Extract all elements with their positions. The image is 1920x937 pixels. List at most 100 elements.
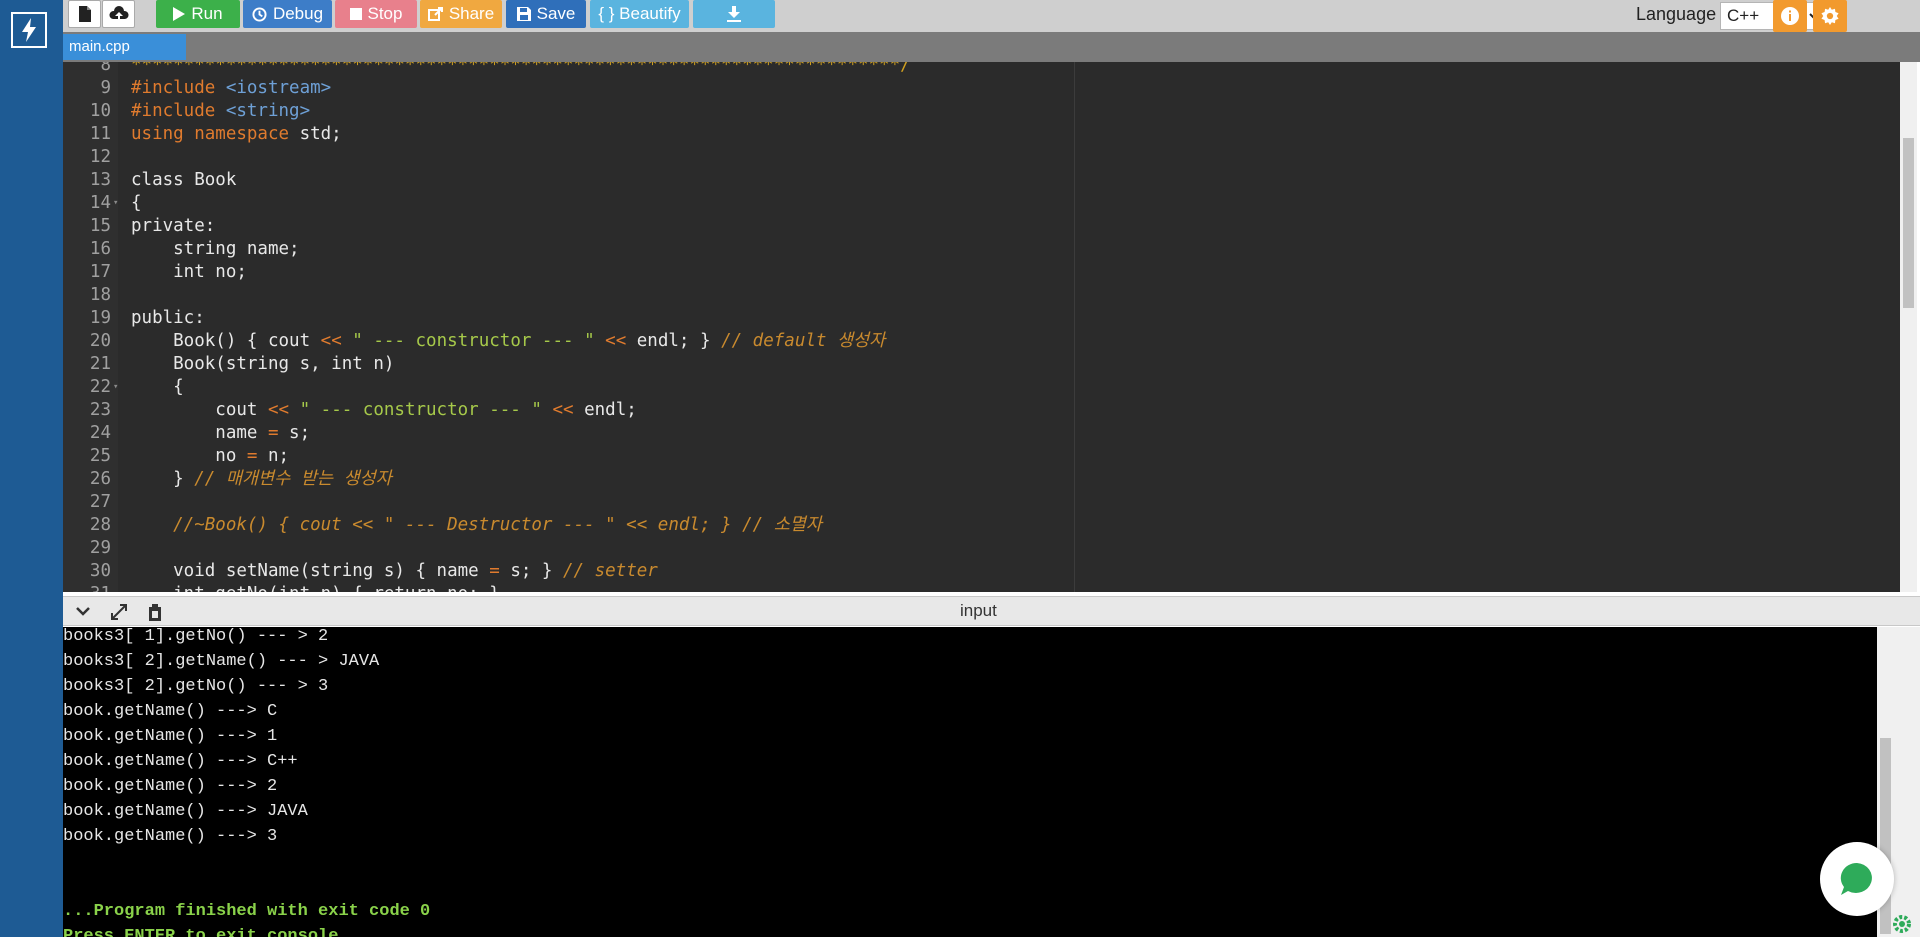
- code-token: //~Book() { cout << " --- Destructor ---…: [131, 515, 822, 535]
- file-tab-bar: main.cpp: [63, 32, 1920, 62]
- stop-label: Stop: [367, 4, 403, 23]
- code-token: #include: [131, 101, 226, 121]
- line-number: 17: [89, 262, 111, 282]
- code-token: int no;: [131, 262, 247, 282]
- code-text: } // 매개변수 받는 생성자: [131, 468, 392, 491]
- code-token: " --- constructor --- ": [352, 331, 595, 351]
- line-number: 29: [89, 538, 111, 558]
- code-token: =: [489, 561, 500, 581]
- console-output[interactable]: books3[ 1].getNo() --- > 2 books3[ 2].get…: [63, 627, 1877, 937]
- save-disk-icon: [516, 7, 531, 21]
- line-number: 16: [89, 239, 111, 259]
- console-line: books3[ 2].getNo() --- > 3: [63, 677, 329, 696]
- tab-main-cpp[interactable]: main.cpp: [63, 34, 186, 60]
- line-number: 24: [89, 423, 111, 443]
- collapse-chevron-icon[interactable]: [75, 605, 91, 617]
- language-label: Language: [1636, 4, 1717, 24]
- code-token: Book(string s, int n): [131, 354, 395, 374]
- line-number: 20: [89, 331, 111, 351]
- code-token: <<: [267, 400, 290, 420]
- console-line: books3[ 1].getNo() --- > 2: [63, 627, 329, 646]
- code-token: class Book: [131, 170, 237, 190]
- line-number: 21: [89, 354, 111, 374]
- line-number: 11: [89, 124, 111, 144]
- code-token: std;: [299, 124, 342, 144]
- code-token: ****************************************…: [131, 62, 911, 75]
- line-number: 10: [89, 101, 111, 121]
- console-line: books3[ 2].getName() --- > JAVA: [63, 652, 380, 671]
- input-label: input: [960, 601, 997, 620]
- console-line: book.getName() ---> C: [63, 702, 278, 721]
- console-line: book.getName() ---> C++: [63, 752, 298, 771]
- console-line: Press ENTER to exit console.: [63, 927, 349, 937]
- right-strip: [1894, 627, 1920, 937]
- run-button[interactable]: Run: [156, 0, 240, 28]
- line-number: 25: [89, 446, 111, 466]
- share-button[interactable]: Share: [420, 0, 502, 28]
- expand-icon[interactable]: [110, 603, 128, 621]
- code-token: s; }: [499, 561, 563, 581]
- copy-clipboard-icon[interactable]: [147, 603, 163, 621]
- lightning-logo-icon[interactable]: [11, 12, 47, 48]
- line-number: 30: [89, 561, 111, 581]
- code-text: //~Book() { cout << " --- Destructor ---…: [131, 514, 822, 537]
- line-number: 8: [100, 62, 111, 75]
- console-line: book.getName() ---> 3: [63, 827, 278, 846]
- info-button[interactable]: [1773, 0, 1807, 32]
- fold-arrow-icon[interactable]: ▾: [113, 376, 118, 399]
- code-token: using namespace: [131, 124, 300, 144]
- small-gear-icon[interactable]: [1892, 914, 1912, 934]
- code-token: {: [131, 193, 142, 213]
- fold-arrow-icon[interactable]: ▾: [113, 192, 118, 215]
- debug-clock-icon: [252, 6, 267, 22]
- code-token: cout: [131, 400, 268, 420]
- code-editor[interactable]: 8 ***************************************…: [63, 62, 1917, 592]
- line-number: 31: [63, 583, 111, 592]
- save-button[interactable]: Save: [506, 0, 586, 28]
- code-text: ****************************************…: [131, 62, 911, 77]
- code-text: {: [131, 192, 142, 215]
- code-token: Book() { cout: [131, 331, 321, 351]
- gear-icon: [1821, 7, 1839, 25]
- left-rail: [0, 0, 63, 937]
- console-line: book.getName() ---> 2: [63, 777, 278, 796]
- chat-support-button[interactable]: [1820, 842, 1894, 916]
- new-file-button[interactable]: [68, 0, 101, 28]
- code-token: s;: [278, 423, 311, 443]
- editor-scrollbar[interactable]: [1900, 62, 1917, 592]
- debug-button[interactable]: Debug: [243, 0, 332, 28]
- console-line: book.getName() ---> 1: [63, 727, 278, 746]
- beautify-button[interactable]: { } Beautify: [590, 0, 689, 28]
- code-token: n;: [257, 446, 290, 466]
- upload-cloud-icon: [108, 6, 129, 21]
- line-number: 27: [89, 492, 111, 512]
- info-icon: [1781, 7, 1799, 25]
- code-text: name = s;: [131, 422, 310, 445]
- code-text: Book(string s, int n): [131, 353, 394, 376]
- chat-bubble-icon: [1840, 862, 1872, 895]
- code-token: no: [131, 446, 247, 466]
- code-token: // setter: [563, 561, 658, 581]
- code-token: =: [267, 423, 279, 443]
- code-token: <iostream>: [225, 78, 332, 98]
- code-token: // 매개변수 받는 생성자: [194, 469, 392, 489]
- upload-button[interactable]: [102, 0, 135, 28]
- print-margin: [1074, 62, 1075, 592]
- debug-label: Debug: [272, 4, 324, 23]
- settings-button[interactable]: [1813, 0, 1847, 32]
- editor-scrollbar-thumb[interactable]: [1903, 138, 1914, 308]
- code-text: int getNo(int n) { return no; }: [131, 583, 500, 592]
- stop-icon: [349, 8, 362, 20]
- code-token: " --- constructor --- ": [299, 400, 542, 420]
- run-label: Run: [191, 4, 223, 23]
- code-text: public:: [131, 307, 205, 330]
- download-button[interactable]: [693, 0, 775, 28]
- code-token: // default 생성자: [721, 331, 886, 351]
- line-number: 23: [89, 400, 111, 420]
- stop-button[interactable]: Stop: [335, 0, 417, 28]
- code-text: #include <string>: [131, 100, 310, 123]
